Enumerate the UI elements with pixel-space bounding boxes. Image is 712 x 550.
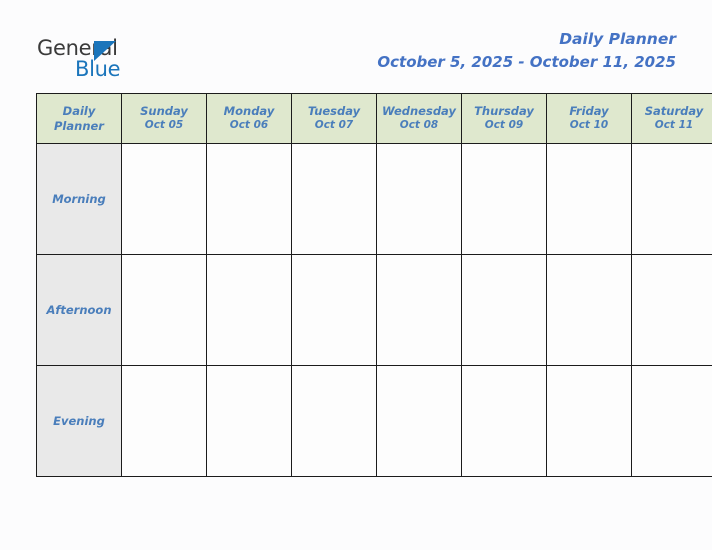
page-header: General Blue Daily Planner October 5, 20…	[0, 0, 712, 93]
slot-afternoon-friday[interactable]	[546, 254, 632, 366]
column-header-date: Oct 07	[314, 119, 354, 132]
logo-text-blue: Blue	[75, 57, 121, 81]
row-label-morning: Morning	[36, 143, 122, 255]
row-label-afternoon: Afternoon	[36, 254, 122, 366]
column-header-thursday: Thursday Oct 09	[461, 93, 547, 144]
column-header-dayname: Tuesday	[307, 103, 361, 118]
slot-morning-tuesday[interactable]	[291, 143, 377, 255]
column-header-friday: Friday Oct 10	[546, 93, 632, 144]
table-row: Afternoon	[36, 254, 712, 366]
column-header-date: Oct 11	[654, 119, 694, 132]
slot-afternoon-wednesday[interactable]	[376, 254, 462, 366]
slot-evening-sunday[interactable]	[121, 365, 207, 477]
slot-morning-friday[interactable]	[546, 143, 632, 255]
slot-morning-thursday[interactable]	[461, 143, 547, 255]
slot-morning-monday[interactable]	[206, 143, 292, 255]
date-range-label: October 5, 2025 - October 11, 2025	[377, 53, 676, 72]
column-header-dayname: Wednesday	[382, 103, 456, 118]
slot-morning-sunday[interactable]	[121, 143, 207, 255]
planner-corner-header: Daily Planner	[36, 93, 122, 144]
column-header-sunday: Sunday Oct 05	[121, 93, 207, 144]
planner-table-head: Daily Planner Sunday Oct 05 Monday Oct 0…	[36, 93, 712, 144]
column-header-date: Oct 05	[144, 119, 184, 132]
table-row: Morning	[36, 143, 712, 255]
slot-afternoon-tuesday[interactable]	[291, 254, 377, 366]
column-header-date: Oct 08	[399, 119, 439, 132]
column-header-date: Oct 10	[569, 119, 609, 132]
slot-morning-saturday[interactable]	[631, 143, 712, 255]
slot-evening-tuesday[interactable]	[291, 365, 377, 477]
row-label-text: Morning	[52, 192, 106, 206]
slot-afternoon-thursday[interactable]	[461, 254, 547, 366]
weekly-planner-table: Daily Planner Sunday Oct 05 Monday Oct 0…	[36, 93, 712, 477]
row-label-text: Afternoon	[46, 303, 112, 317]
slot-afternoon-saturday[interactable]	[631, 254, 712, 366]
column-header-dayname: Thursday	[474, 103, 534, 118]
slot-afternoon-sunday[interactable]	[121, 254, 207, 366]
row-label-evening: Evening	[36, 365, 122, 477]
slot-evening-saturday[interactable]	[631, 365, 712, 477]
slot-morning-wednesday[interactable]	[376, 143, 462, 255]
slot-evening-wednesday[interactable]	[376, 365, 462, 477]
column-header-dayname: Saturday	[644, 103, 704, 118]
corner-label-line2: Planner	[54, 118, 104, 133]
column-header-monday: Monday Oct 06	[206, 93, 292, 144]
column-header-tuesday: Tuesday Oct 07	[291, 93, 377, 144]
row-label-text: Evening	[53, 414, 105, 428]
slot-afternoon-monday[interactable]	[206, 254, 292, 366]
column-header-dayname: Sunday	[140, 103, 188, 118]
title-block: Daily Planner October 5, 2025 - October …	[377, 30, 676, 73]
column-header-date: Oct 06	[229, 119, 269, 132]
general-blue-logo[interactable]: General Blue	[37, 38, 157, 86]
planner-table-body: Morning Afternoon Evening	[36, 143, 712, 477]
corner-label-line1: Daily	[62, 104, 96, 119]
table-row: Evening	[36, 365, 712, 477]
column-header-dayname: Monday	[223, 103, 275, 118]
slot-evening-thursday[interactable]	[461, 365, 547, 477]
slot-evening-friday[interactable]	[546, 365, 632, 477]
column-header-dayname: Friday	[569, 103, 609, 118]
planner-header-row: Daily Planner Sunday Oct 05 Monday Oct 0…	[36, 93, 712, 144]
column-header-wednesday: Wednesday Oct 08	[376, 93, 462, 144]
page-title: Daily Planner	[559, 30, 676, 48]
column-header-date: Oct 09	[484, 119, 524, 132]
column-header-saturday: Saturday Oct 11	[631, 93, 712, 144]
slot-evening-monday[interactable]	[206, 365, 292, 477]
